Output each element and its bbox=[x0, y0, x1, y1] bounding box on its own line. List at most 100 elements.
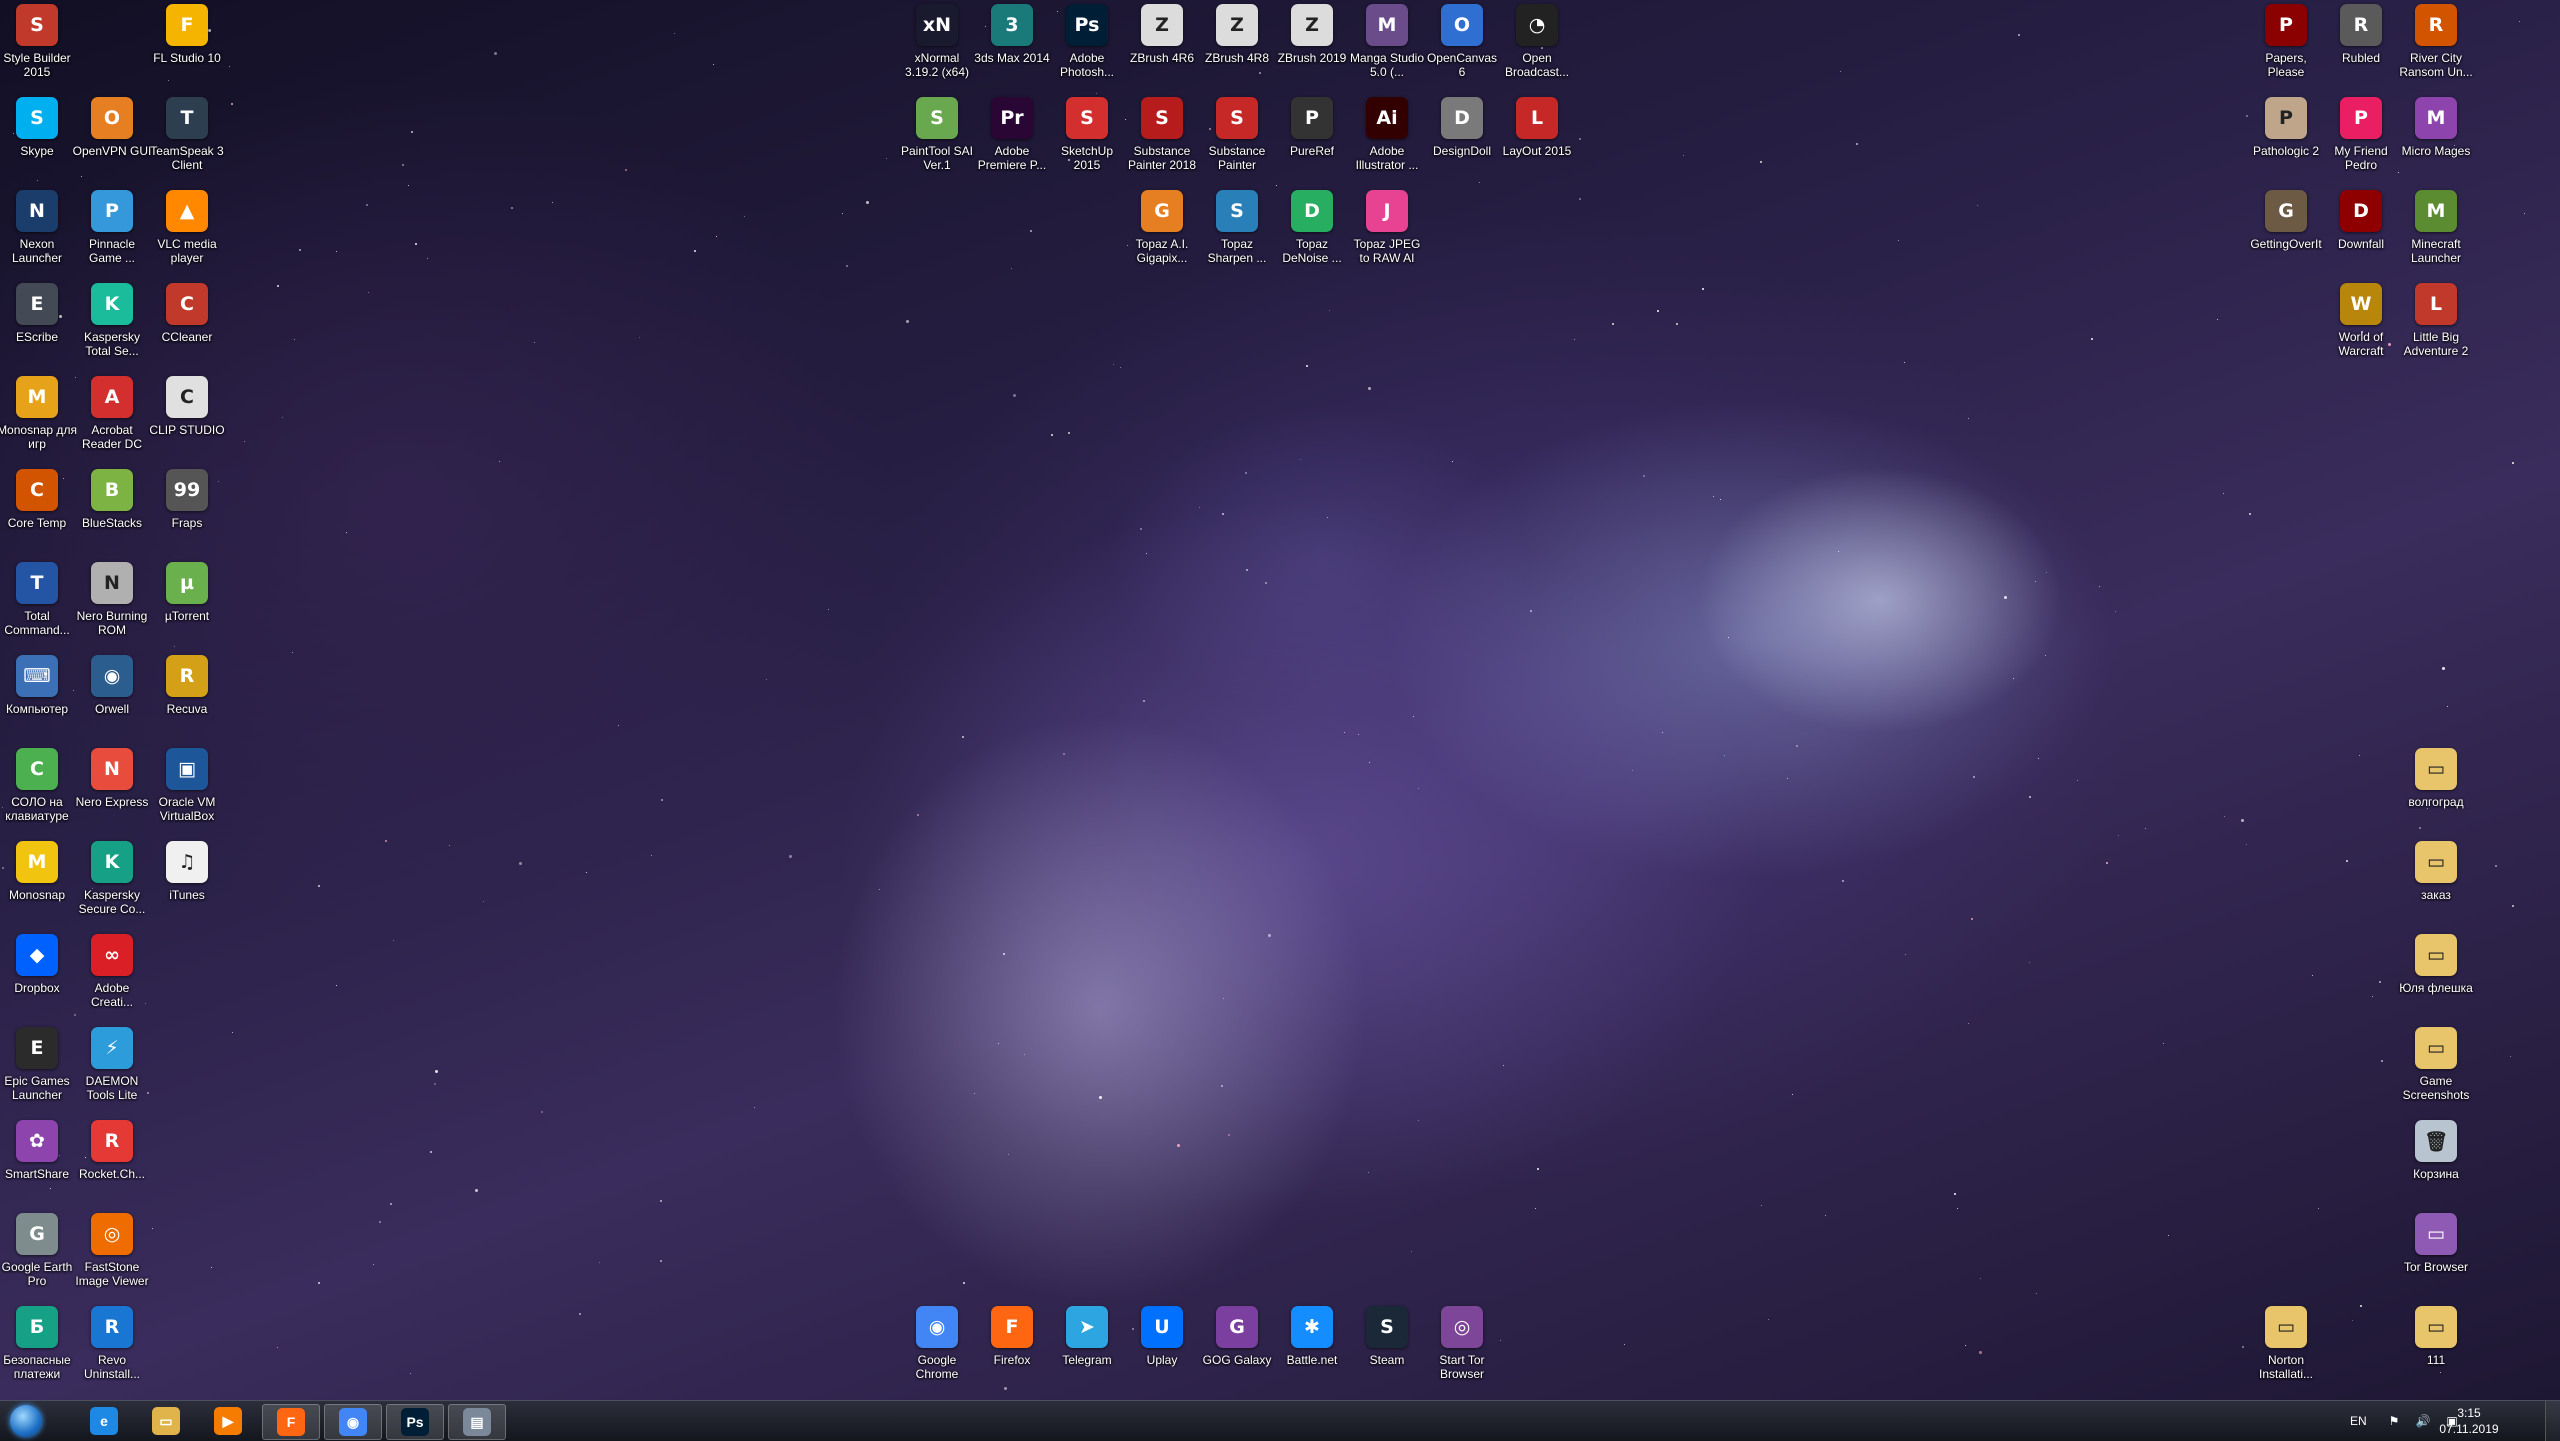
desktop-shortcut[interactable]: K Kaspersky Secure Co... bbox=[75, 837, 149, 927]
desktop-shortcut[interactable]: Pr Adobe Premiere P... bbox=[975, 93, 1049, 183]
show-desktop-button[interactable] bbox=[2545, 1401, 2560, 1441]
desktop-shortcut[interactable]: S Style Builder 2015 bbox=[0, 0, 74, 90]
desktop-shortcut[interactable]: W World of Warcraft bbox=[2324, 279, 2398, 369]
desktop-shortcut[interactable]: P Pinnacle Game ... bbox=[75, 186, 149, 276]
desktop-shortcut[interactable]: ◎ FastStone Image Viewer bbox=[75, 1209, 149, 1299]
desktop-shortcut[interactable]: Ps Adobe Photosh... bbox=[1050, 0, 1124, 90]
desktop-shortcut[interactable]: S Substance Painter 2018 bbox=[1125, 93, 1199, 183]
desktop-shortcut[interactable]: J Topaz JPEG to RAW AI bbox=[1350, 186, 1424, 276]
desktop-shortcut[interactable]: 3 3ds Max 2014 bbox=[974, 0, 1050, 90]
desktop-shortcut[interactable]: xN xNormal 3.19.2 (x64) bbox=[900, 0, 974, 90]
desktop-shortcut[interactable]: N Nero Burning ROM bbox=[75, 558, 149, 648]
desktop-shortcut[interactable]: ▭ Game Screenshots bbox=[2399, 1023, 2473, 1113]
desktop-shortcut[interactable]: ▲ VLC media player bbox=[150, 186, 224, 276]
desktop-shortcut[interactable]: ✿ SmartShare bbox=[0, 1116, 74, 1206]
desktop-shortcut[interactable]: D Downfall bbox=[2324, 186, 2398, 276]
desktop-shortcut[interactable]: M Micro Mages bbox=[2399, 93, 2473, 183]
taskbar-explorer-button[interactable]: ▭ bbox=[138, 1404, 194, 1438]
desktop-shortcut[interactable]: Z ZBrush 2019 bbox=[1275, 0, 1349, 90]
desktop-shortcut[interactable]: S Steam bbox=[1350, 1302, 1424, 1392]
desktop-shortcut[interactable]: Z ZBrush 4R6 bbox=[1125, 0, 1199, 90]
desktop-shortcut[interactable]: µ µTorrent bbox=[150, 558, 224, 648]
desktop-shortcut[interactable]: R Rubled bbox=[2324, 0, 2398, 90]
desktop-shortcut[interactable]: ▭ Юля флешка bbox=[2399, 930, 2473, 1020]
desktop-shortcut[interactable]: P Pathologic 2 bbox=[2249, 93, 2323, 183]
desktop-shortcut[interactable]: C CCleaner bbox=[150, 279, 224, 369]
desktop-shortcut[interactable]: M Monosnap bbox=[0, 837, 74, 927]
desktop-shortcut[interactable]: R Revo Uninstall... bbox=[75, 1302, 149, 1392]
tray-flag-icon[interactable]: ⚑ bbox=[2389, 1414, 2400, 1428]
desktop-shortcut[interactable]: ✱ Battle.net bbox=[1275, 1302, 1349, 1392]
desktop-shortcut[interactable]: ◆ Dropbox bbox=[0, 930, 74, 1020]
desktop-shortcut[interactable]: P My Friend Pedro bbox=[2324, 93, 2398, 183]
desktop-shortcut[interactable]: U Uplay bbox=[1125, 1302, 1199, 1392]
desktop-shortcut[interactable]: M Monosnap для игр bbox=[0, 372, 77, 462]
desktop-shortcut[interactable]: R Rocket.Ch... bbox=[75, 1116, 149, 1206]
desktop-shortcut[interactable]: S Skype bbox=[0, 93, 74, 183]
start-button[interactable] bbox=[4, 1403, 48, 1439]
desktop-shortcut[interactable]: E EScribe bbox=[0, 279, 74, 369]
desktop-shortcut[interactable]: ∞ Adobe Creati... bbox=[75, 930, 149, 1020]
desktop-shortcut[interactable]: C Core Temp bbox=[0, 465, 74, 555]
desktop-shortcut[interactable]: F Firefox bbox=[975, 1302, 1049, 1392]
desktop-shortcut[interactable]: S Substance Painter bbox=[1200, 93, 1274, 183]
desktop-shortcut[interactable]: M Minecraft Launcher bbox=[2399, 186, 2473, 276]
desktop-shortcut[interactable]: 🗑 Корзина bbox=[2399, 1116, 2473, 1206]
desktop-shortcut[interactable]: B BlueStacks bbox=[75, 465, 149, 555]
desktop-shortcut[interactable]: ◔ Open Broadcast... bbox=[1500, 0, 1574, 90]
desktop-shortcut[interactable]: K Kaspersky Total Se... bbox=[75, 279, 149, 369]
desktop-shortcut[interactable]: F FL Studio 10 bbox=[150, 0, 224, 90]
desktop-shortcut[interactable]: D Topaz DeNoise ... bbox=[1275, 186, 1349, 276]
desktop-shortcut[interactable]: ▭ волгоград bbox=[2399, 744, 2473, 834]
desktop-shortcut[interactable]: ▭ Tor Browser bbox=[2399, 1209, 2473, 1299]
desktop-shortcut[interactable]: M Manga Studio 5.0 (... bbox=[1350, 0, 1424, 90]
desktop-shortcut[interactable]: ▭ заказ bbox=[2399, 837, 2473, 927]
desktop-shortcut[interactable]: E Epic Games Launcher bbox=[0, 1023, 74, 1113]
desktop-shortcut[interactable]: T Total Command... bbox=[0, 558, 74, 648]
desktop-shortcut[interactable]: ▣ Oracle VM VirtualBox bbox=[150, 744, 224, 834]
desktop-shortcut[interactable]: G Topaz A.I. Gigapix... bbox=[1125, 186, 1199, 276]
desktop-shortcut[interactable]: Z ZBrush 4R8 bbox=[1200, 0, 1274, 90]
desktop-shortcut[interactable]: S Topaz Sharpen ... bbox=[1200, 186, 1274, 276]
taskbar-document-button[interactable]: ▤ bbox=[448, 1404, 506, 1440]
desktop-shortcut[interactable]: ▭ Norton Installati... bbox=[2249, 1302, 2323, 1392]
desktop-shortcut[interactable]: Ai Adobe Illustrator ... bbox=[1350, 93, 1424, 183]
desktop-shortcut[interactable]: G Google Earth Pro bbox=[0, 1209, 74, 1299]
desktop-shortcut[interactable]: L Little Big Adventure 2 bbox=[2399, 279, 2473, 369]
desktop-shortcut[interactable]: L LayOut 2015 bbox=[1500, 93, 1574, 183]
desktop-shortcut[interactable]: P Papers, Please bbox=[2249, 0, 2323, 90]
desktop-shortcut[interactable]: C CLIP STUDIO bbox=[149, 372, 225, 462]
taskbar-internet-explorer-button[interactable]: e bbox=[76, 1404, 132, 1438]
clock[interactable]: 3:15 07.11.2019 bbox=[2424, 1405, 2514, 1437]
desktop-shortcut[interactable]: S PaintTool SAI Ver.1 bbox=[900, 93, 974, 183]
desktop-shortcut[interactable]: O OpenVPN GUI bbox=[73, 93, 151, 183]
desktop-shortcut[interactable]: ➤ Telegram bbox=[1050, 1302, 1124, 1392]
desktop-shortcut[interactable]: ◉ Google Chrome bbox=[900, 1302, 974, 1392]
desktop-shortcut[interactable]: G GOG Galaxy bbox=[1200, 1302, 1274, 1392]
desktop-shortcut[interactable]: P PureRef bbox=[1275, 93, 1349, 183]
desktop-shortcut[interactable]: O OpenCanvas 6 bbox=[1425, 0, 1499, 90]
desktop-shortcut[interactable]: R River City Ransom Un... bbox=[2399, 0, 2473, 90]
desktop-shortcut[interactable]: N Nero Express bbox=[75, 744, 149, 834]
desktop-shortcut[interactable]: ♫ iTunes bbox=[150, 837, 224, 927]
desktop-shortcut[interactable]: N Nexon Launcher bbox=[0, 186, 74, 276]
desktop-shortcut[interactable]: 99 Fraps bbox=[150, 465, 224, 555]
desktop-shortcut[interactable]: S SketchUp 2015 bbox=[1050, 93, 1124, 183]
taskbar-firefox-button[interactable]: F bbox=[262, 1404, 320, 1440]
desktop-shortcut[interactable]: ▭ 111 bbox=[2399, 1302, 2473, 1392]
desktop-shortcut[interactable]: G GettingOverIt bbox=[2249, 186, 2323, 276]
desktop-shortcut[interactable]: ⌨ Компьютер bbox=[0, 651, 74, 741]
taskbar-chrome-button[interactable]: ◉ bbox=[324, 1404, 382, 1440]
desktop-shortcut[interactable]: С СОЛО на клавиатуре bbox=[0, 744, 74, 834]
desktop-shortcut[interactable]: ◉ Orwell bbox=[75, 651, 149, 741]
desktop-shortcut[interactable]: R Recuva bbox=[150, 651, 224, 741]
taskbar-photoshop-button[interactable]: Ps bbox=[386, 1404, 444, 1440]
desktop-shortcut[interactable]: T TeamSpeak 3 Client bbox=[150, 93, 224, 183]
desktop-shortcut[interactable]: ⚡ DAEMON Tools Lite bbox=[75, 1023, 149, 1113]
taskbar-media-player-button[interactable]: ▶ bbox=[200, 1404, 256, 1438]
desktop-shortcut[interactable]: A Acrobat Reader DC bbox=[75, 372, 149, 462]
desktop-shortcut[interactable]: ◎ Start Tor Browser bbox=[1425, 1302, 1499, 1392]
desktop-shortcut[interactable]: D DesignDoll bbox=[1425, 93, 1499, 183]
desktop-shortcut[interactable]: Б Безопасные платежи bbox=[0, 1302, 74, 1392]
language-indicator[interactable]: EN bbox=[2350, 1414, 2367, 1428]
